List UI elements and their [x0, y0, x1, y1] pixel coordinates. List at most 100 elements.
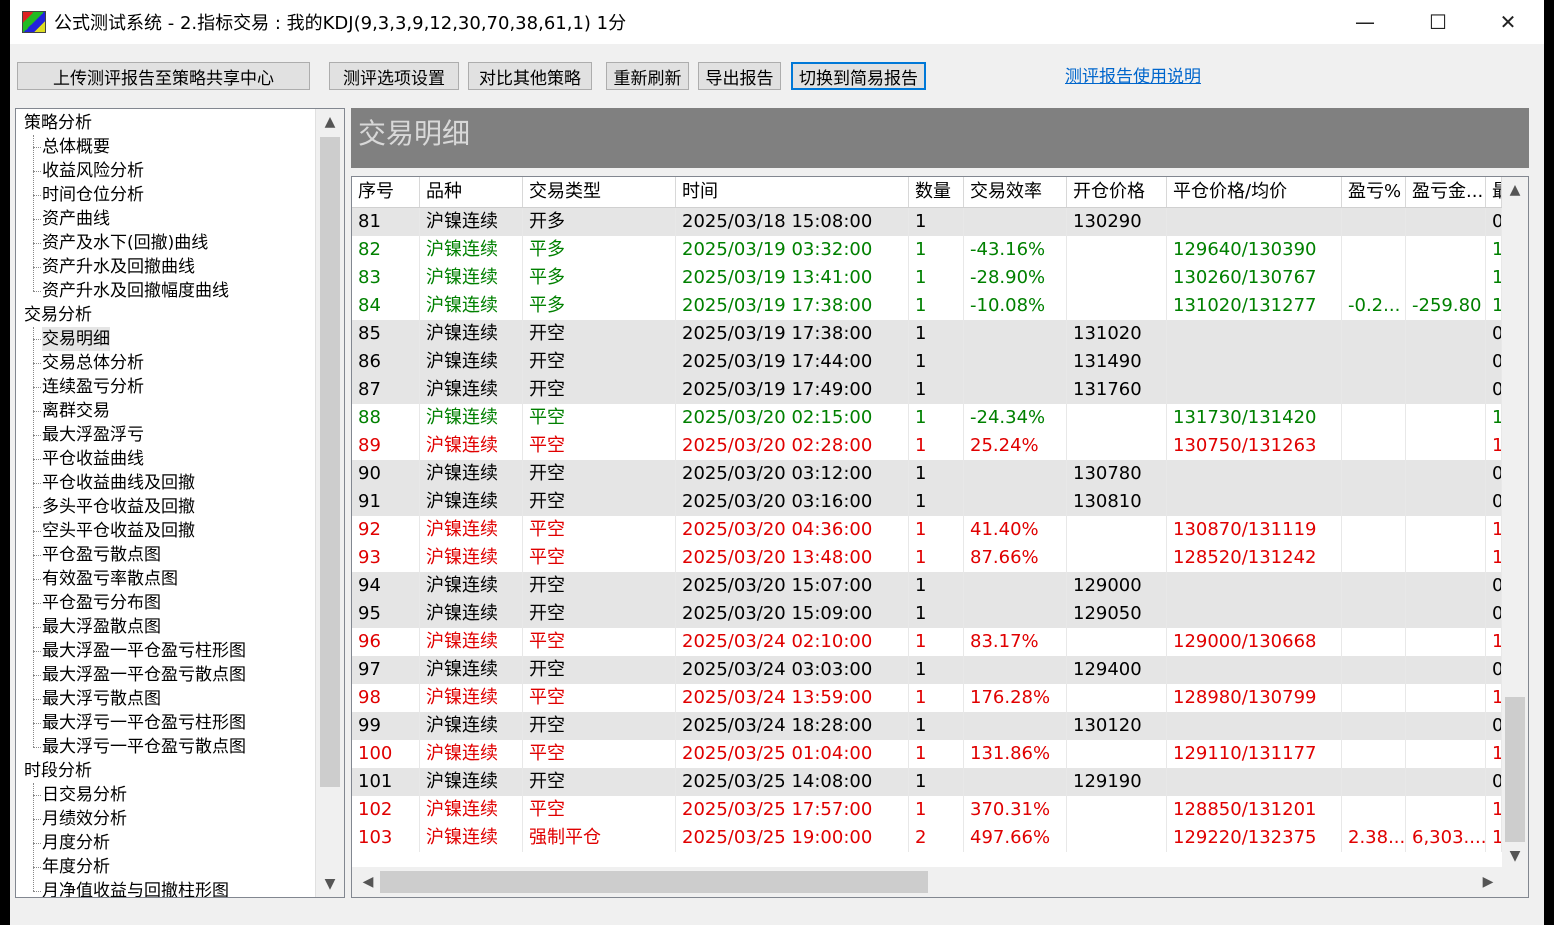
- tree-item[interactable]: 资产及水下(回撤)曲线: [42, 231, 208, 255]
- close-button[interactable]: ✕: [1473, 0, 1543, 44]
- tree-item[interactable]: 资产升水及回撤幅度曲线: [42, 279, 229, 303]
- column-header[interactable]: 最: [1486, 177, 1502, 207]
- table-row[interactable]: 97沪镍连续开空2025/03/24 03:03:001 129400 0: [352, 656, 1502, 684]
- table-hscrollbar[interactable]: ◀ ▶: [352, 867, 1528, 897]
- table-cell: 沪镍连续: [420, 320, 523, 348]
- table-vscrollbar[interactable]: ▲ ▼: [1502, 177, 1528, 867]
- scroll-up-icon[interactable]: ▲: [316, 109, 344, 135]
- table-row[interactable]: 102 沪镍连续 平空 2025/03/25 17:57:00 1 370.31% 1288…: [352, 796, 1502, 824]
- tree-group[interactable]: 时段分析: [24, 759, 92, 783]
- table-cell: 91: [352, 488, 420, 516]
- table-row[interactable]: 101沪镍连续开空2025/03/25 14:08:001 129190 0: [352, 768, 1502, 796]
- table-row[interactable]: 81沪镍连续开多2025/03/18 15:08:001 130290 0: [352, 208, 1502, 236]
- table-cell: [1067, 404, 1167, 432]
- column-header[interactable]: 交易效率: [964, 177, 1067, 207]
- switch-simple-report-button[interactable]: 切换到简易报告: [791, 62, 926, 90]
- table-cell: [1342, 460, 1406, 488]
- table-row[interactable]: 83 沪镍连续 平多 2025/03/19 13:41:00 1 -28.90% 13026…: [352, 264, 1502, 292]
- tree-scrollbar[interactable]: ▲ ▼: [315, 109, 344, 897]
- column-header[interactable]: 盈亏%: [1342, 177, 1406, 207]
- tree-item[interactable]: 月净值收益与回撤柱形图: [42, 879, 229, 897]
- upload-report-button[interactable]: 上传测评报告至策略共享中心: [17, 62, 310, 90]
- tree-item[interactable]: 最大浮盈一平仓盈亏柱形图: [42, 639, 246, 663]
- tree-item[interactable]: 连续盈亏分析: [42, 375, 144, 399]
- table-row[interactable]: 87沪镍连续开空2025/03/19 17:49:001 131760 0: [352, 376, 1502, 404]
- tree-item[interactable]: 日交易分析: [42, 783, 127, 807]
- tree-item[interactable]: 离群交易: [42, 399, 110, 423]
- tree-item[interactable]: 平仓收益曲线: [42, 447, 144, 471]
- table-cell: [1342, 544, 1406, 572]
- table-hscroll-thumb[interactable]: [380, 871, 928, 893]
- table-vscroll-thumb[interactable]: [1505, 697, 1525, 842]
- table-row[interactable]: 94沪镍连续开空2025/03/20 15:07:001 129000 0: [352, 572, 1502, 600]
- tree-item[interactable]: 交易明细: [42, 327, 110, 351]
- help-link[interactable]: 测评报告使用说明: [1065, 62, 1201, 87]
- scroll-down-icon[interactable]: ▼: [1502, 843, 1528, 869]
- tree-item[interactable]: 月绩效分析: [42, 807, 127, 831]
- table-cell: 131.86%: [964, 740, 1067, 768]
- table-row[interactable]: 103 沪镍连续 强制平仓 2025/03/25 19:00:00 2 497.66% 12…: [352, 824, 1502, 852]
- tree-scroll-thumb[interactable]: [320, 137, 340, 787]
- tree-group[interactable]: 交易分析: [24, 303, 92, 327]
- refresh-button[interactable]: 重新刷新: [606, 62, 689, 90]
- table-cell: 129050: [1067, 600, 1167, 628]
- tree-item[interactable]: 收益风险分析: [42, 159, 144, 183]
- table-row[interactable]: 86沪镍连续开空2025/03/19 17:44:001 131490 0: [352, 348, 1502, 376]
- tree-group[interactable]: 策略分析: [24, 111, 92, 135]
- tree-item[interactable]: 平仓收益曲线及回撤: [42, 471, 195, 495]
- column-header[interactable]: 平仓价格/均价: [1167, 177, 1342, 207]
- table-row[interactable]: 92 沪镍连续 平空 2025/03/20 04:36:00 1 41.40% 130870…: [352, 516, 1502, 544]
- maximize-button[interactable]: ☐: [1403, 0, 1473, 44]
- tree-connector: [33, 147, 41, 148]
- table-row[interactable]: 90沪镍连续开空2025/03/20 03:12:001 130780 0: [352, 460, 1502, 488]
- tree-item[interactable]: 资产升水及回撤曲线: [42, 255, 195, 279]
- table-row[interactable]: 82 沪镍连续 平多 2025/03/19 03:32:00 1 -43.16% 12964…: [352, 236, 1502, 264]
- tree-item[interactable]: 时间仓位分析: [42, 183, 144, 207]
- table-row[interactable]: 91沪镍连续开空2025/03/20 03:16:001 130810 0: [352, 488, 1502, 516]
- tree-item[interactable]: 资产曲线: [42, 207, 110, 231]
- table-row[interactable]: 89 沪镍连续 平空 2025/03/20 02:28:00 1 25.24% 130750…: [352, 432, 1502, 460]
- table-row[interactable]: 96 沪镍连续 平空 2025/03/24 02:10:00 1 83.17% 129000…: [352, 628, 1502, 656]
- table-row[interactable]: 95沪镍连续开空2025/03/20 15:09:001 129050 0: [352, 600, 1502, 628]
- table-row[interactable]: 93 沪镍连续 平空 2025/03/20 13:48:00 1 87.66% 128520…: [352, 544, 1502, 572]
- export-button[interactable]: 导出报告: [698, 62, 781, 90]
- table-cell: 131020: [1067, 320, 1167, 348]
- tree-item[interactable]: 总体概要: [42, 135, 110, 159]
- column-header[interactable]: 品种: [420, 177, 523, 207]
- column-header[interactable]: 盈亏金...: [1406, 177, 1486, 207]
- tree-item[interactable]: 最大浮亏一平仓盈亏柱形图: [42, 711, 246, 735]
- tree-item[interactable]: 最大浮盈一平仓盈亏散点图: [42, 663, 246, 687]
- column-header[interactable]: 时间: [676, 177, 909, 207]
- table-row[interactable]: 84 沪镍连续 平多 2025/03/19 17:38:00 1 -10.08% 13102…: [352, 292, 1502, 320]
- tree-item[interactable]: 多头平仓收益及回撤: [42, 495, 195, 519]
- tree-item[interactable]: 平仓盈亏分布图: [42, 591, 161, 615]
- table-cell: 87.66%: [964, 544, 1067, 572]
- tree-item[interactable]: 交易总体分析: [42, 351, 144, 375]
- tree-item[interactable]: 有效盈亏率散点图: [42, 567, 178, 591]
- scroll-up-icon[interactable]: ▲: [1502, 177, 1528, 203]
- table-row[interactable]: 85沪镍连续开空2025/03/19 17:38:001 131020 0: [352, 320, 1502, 348]
- scroll-down-icon[interactable]: ▼: [316, 871, 344, 897]
- tree-item[interactable]: 最大浮亏一平仓盈亏散点图: [42, 735, 246, 759]
- tree-item[interactable]: 最大浮盈浮亏: [42, 423, 144, 447]
- tree-item[interactable]: 平仓盈亏散点图: [42, 543, 161, 567]
- column-header[interactable]: 交易类型: [523, 177, 676, 207]
- table-cell: 2025/03/25 01:04:00: [676, 740, 909, 768]
- scroll-right-icon[interactable]: ▶: [1474, 869, 1502, 895]
- table-row[interactable]: 100 沪镍连续 平空 2025/03/25 01:04:00 1 131.86% 1291…: [352, 740, 1502, 768]
- table-row[interactable]: 99沪镍连续开空2025/03/24 18:28:001 130120 0: [352, 712, 1502, 740]
- column-header[interactable]: 序号: [352, 177, 420, 207]
- tree-item[interactable]: 空头平仓收益及回撤: [42, 519, 195, 543]
- compare-button[interactable]: 对比其他策略: [468, 62, 592, 90]
- scroll-left-icon[interactable]: ◀: [354, 869, 382, 895]
- tree-item[interactable]: 年度分析: [42, 855, 110, 879]
- options-button[interactable]: 测评选项设置: [329, 62, 459, 90]
- minimize-button[interactable]: —: [1330, 0, 1400, 44]
- column-header[interactable]: 开仓价格: [1067, 177, 1167, 207]
- tree-item[interactable]: 月度分析: [42, 831, 110, 855]
- tree-item[interactable]: 最大浮亏散点图: [42, 687, 161, 711]
- tree-item[interactable]: 最大浮盈散点图: [42, 615, 161, 639]
- column-header[interactable]: 数量: [909, 177, 964, 207]
- table-row[interactable]: 88 沪镍连续 平空 2025/03/20 02:15:00 1 -24.34% 13173…: [352, 404, 1502, 432]
- table-row[interactable]: 98 沪镍连续 平空 2025/03/24 13:59:00 1 176.28% 12898…: [352, 684, 1502, 712]
